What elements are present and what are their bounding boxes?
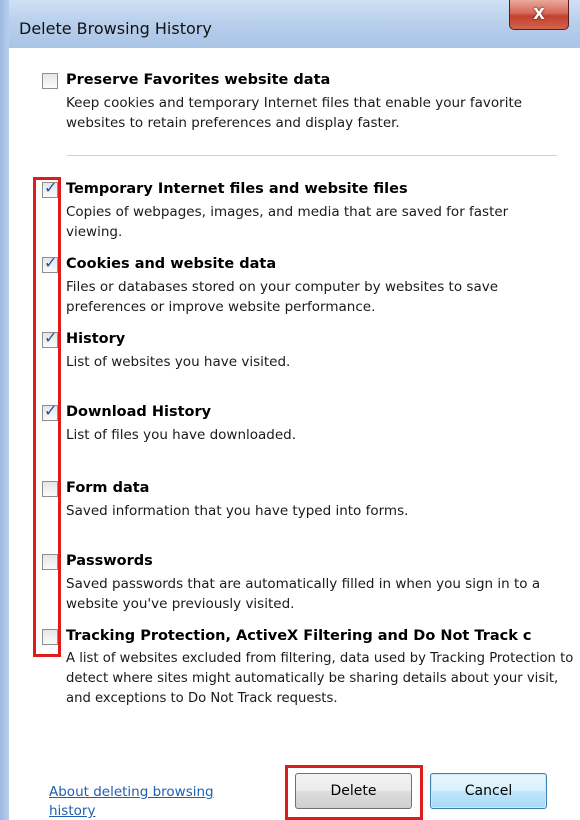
delete-browsing-history-dialog: Delete Browsing History X ✓ Preserve Fav… <box>0 0 580 820</box>
option-description: List of files you have downloaded. <box>66 427 297 443</box>
close-button[interactable]: X <box>509 0 569 30</box>
option-title: Passwords <box>66 553 153 569</box>
delete-button[interactable]: Delete <box>295 773 412 809</box>
option-title: Cookies and website data <box>66 256 277 272</box>
preserve-favorites-checkbox[interactable]: ✓ <box>42 73 58 89</box>
dialog-content: ✓ Preserve Favorites website data Keep c… <box>9 48 580 820</box>
option-description: Saved information that you have typed in… <box>66 503 409 519</box>
option-title: Temporary Internet files and website fil… <box>66 181 408 197</box>
option-description: Keep cookies and temporary Internet file… <box>66 95 523 131</box>
option-description: Files or databases stored on your comput… <box>66 279 499 315</box>
option-description: Saved passwords that are automatically f… <box>66 576 541 612</box>
close-icon: X <box>533 5 545 23</box>
option-title: Download History <box>66 404 212 420</box>
checkbox-column-highlight <box>33 177 61 657</box>
about-deleting-history-link[interactable]: About deleting browsing history <box>49 783 239 820</box>
option-description: List of websites you have visited. <box>66 354 291 370</box>
option-title: History <box>66 331 126 347</box>
separator <box>67 155 557 156</box>
option-title: Form data <box>66 480 150 496</box>
window-frame-left <box>0 0 9 820</box>
title-bar: Delete Browsing History X <box>0 0 580 48</box>
option-title: Tracking Protection, ActiveX Filtering a… <box>66 628 532 644</box>
option-description: Copies of webpages, images, and media th… <box>66 204 509 240</box>
option-title: Preserve Favorites website data <box>66 72 331 88</box>
option-description: A list of websites excluded from filteri… <box>66 651 574 706</box>
window-title: Delete Browsing History <box>19 19 212 38</box>
cancel-button[interactable]: Cancel <box>430 773 547 809</box>
